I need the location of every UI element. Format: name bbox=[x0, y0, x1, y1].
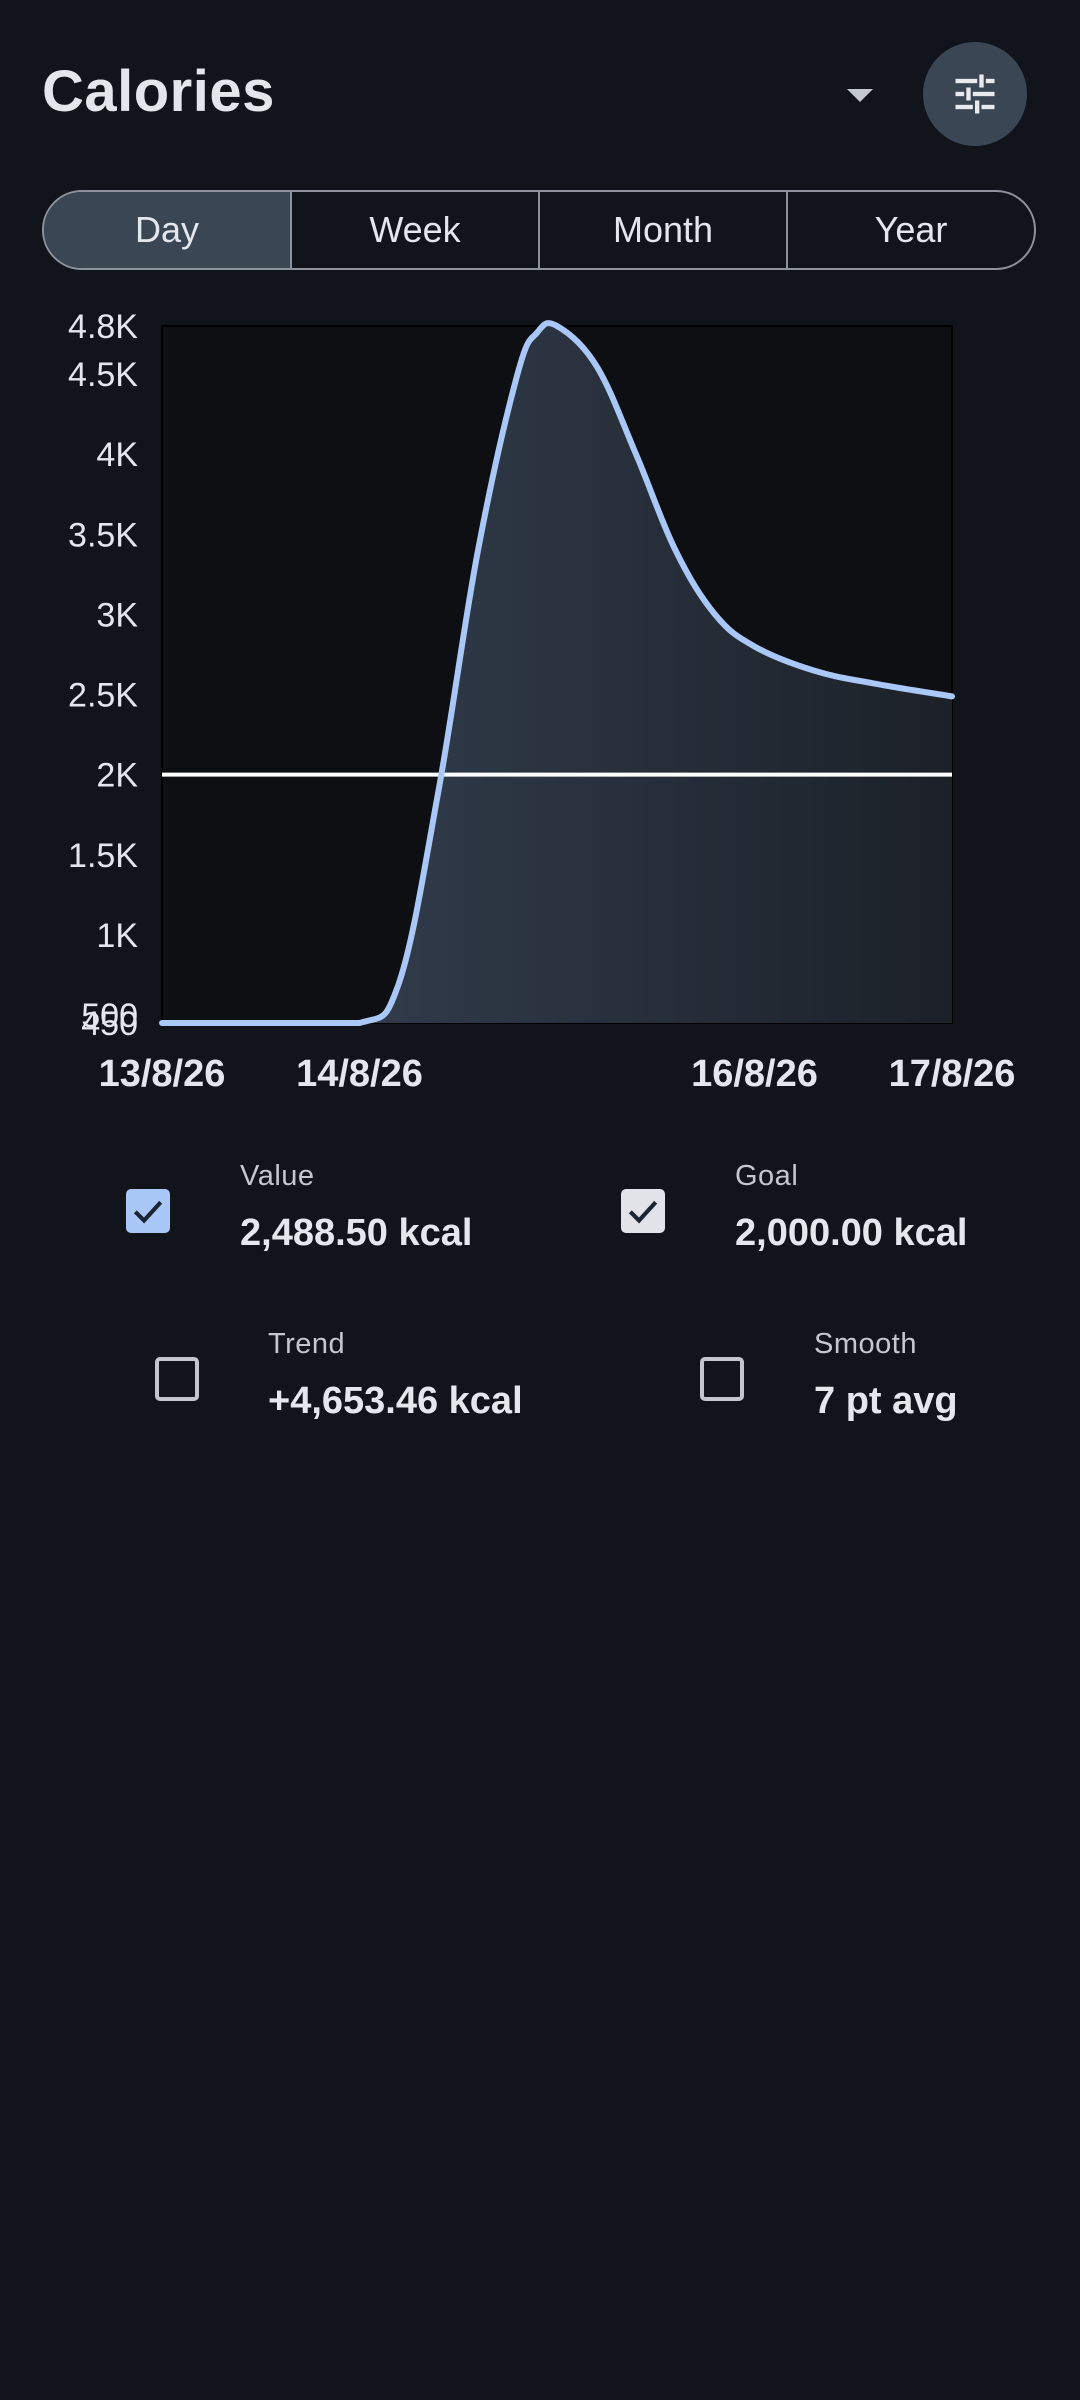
y-tick-label: 1K bbox=[96, 917, 138, 955]
x-tick-label: 16/8/26 bbox=[691, 1053, 818, 1095]
app-header: Calories bbox=[0, 0, 1080, 190]
y-tick-label: 4K bbox=[96, 436, 138, 474]
x-tick-label: 13/8/26 bbox=[99, 1053, 226, 1095]
y-tick-label: 4.5K bbox=[68, 356, 138, 394]
tab-year[interactable]: Year bbox=[786, 192, 1034, 268]
smooth-checkbox[interactable] bbox=[700, 1357, 744, 1401]
goal-label: Goal bbox=[735, 1160, 799, 1192]
arrow-drop-down-icon bbox=[847, 89, 873, 102]
check-icon bbox=[628, 1200, 658, 1224]
tab-month[interactable]: Month bbox=[538, 192, 786, 268]
y-tick-label: 2.5K bbox=[68, 677, 138, 715]
y-tick-label: 2K bbox=[96, 757, 138, 795]
goal-amount: 2,000.00 kcal bbox=[735, 1212, 968, 1254]
page-title: Calories bbox=[42, 59, 275, 124]
smooth-amount: 7 pt avg bbox=[814, 1380, 958, 1422]
y-tick-label: 3.5K bbox=[68, 516, 138, 554]
trend-checkbox[interactable] bbox=[155, 1357, 199, 1401]
value-amount: 2,488.50 kcal bbox=[240, 1212, 473, 1254]
tab-week[interactable]: Week bbox=[290, 192, 538, 268]
y-tick-label: 4.8K bbox=[68, 308, 138, 346]
trend-label: Trend bbox=[268, 1328, 346, 1360]
y-tick-label: 450 bbox=[81, 1005, 138, 1043]
value-label: Value bbox=[240, 1160, 315, 1192]
metric-dropdown-button[interactable] bbox=[832, 70, 888, 120]
value-checkbox[interactable] bbox=[126, 1189, 170, 1233]
smooth-label: Smooth bbox=[814, 1328, 917, 1360]
goal-checkbox[interactable] bbox=[621, 1189, 665, 1233]
chart-svg: 4.8K4.5K4K3.5K3K2.5K2K1.5K1K50045013/8/2… bbox=[68, 308, 1016, 1095]
trend-amount: +4,653.46 kcal bbox=[268, 1380, 523, 1422]
check-icon bbox=[133, 1200, 163, 1224]
calories-chart: 4.8K 4.5K 4K 3.5K 3K 2.5K 2K 1.5K 1K 500 450 13/8/2… bbox=[0, 290, 1080, 1110]
settings-button[interactable] bbox=[923, 42, 1027, 146]
y-tick-label: 1.5K bbox=[68, 837, 138, 875]
x-tick-label: 17/8/26 bbox=[889, 1053, 1016, 1095]
range-tabs: Day Week Month Year bbox=[42, 190, 1036, 270]
tune-icon bbox=[955, 74, 995, 114]
tab-day[interactable]: Day bbox=[44, 192, 290, 268]
x-tick-label: 14/8/26 bbox=[296, 1053, 423, 1095]
y-tick-label: 3K bbox=[96, 596, 138, 634]
